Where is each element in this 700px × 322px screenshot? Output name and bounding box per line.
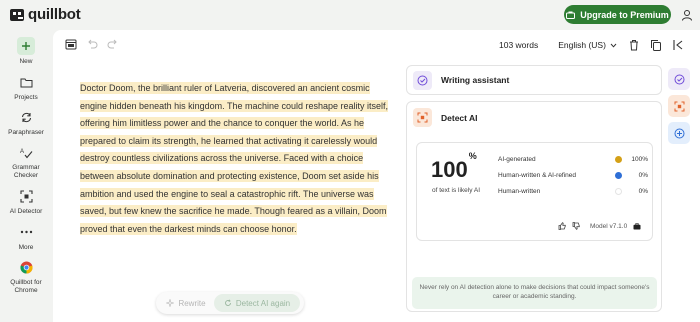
- save-icon[interactable]: [65, 38, 77, 50]
- logo-text: quillbot: [28, 6, 81, 23]
- sidebar-item-ai-detector[interactable]: AI Detector: [0, 187, 52, 216]
- rail-detect-ai-button[interactable]: [668, 95, 690, 117]
- sidebar-item-grammar-checker[interactable]: A Grammar Checker: [0, 143, 52, 180]
- detect-again-label: Detect AI again: [235, 298, 291, 308]
- rail-writing-assistant-button[interactable]: [668, 68, 690, 90]
- editor-text: Doctor Doom, the brilliant ruler of Latv…: [80, 82, 389, 235]
- sidebar-item-new[interactable]: New: [0, 37, 52, 66]
- detect-again-button[interactable]: Detect AI again: [214, 294, 300, 312]
- sidebar: New Projects Paraphraser A Grammar Check…: [0, 30, 52, 322]
- detection-result: 100% of text is likely AI AI-generated 1…: [416, 142, 653, 241]
- ai-detector-icon: [17, 187, 35, 205]
- chevron-down-icon: [610, 43, 617, 48]
- sidebar-item-chrome[interactable]: Quillbot for Chrome: [0, 258, 52, 295]
- bottom-action-bar: Rewrite Detect AI again: [156, 292, 304, 314]
- thumbs-up-icon[interactable]: [558, 222, 566, 230]
- sidebar-item-paraphraser[interactable]: Paraphraser: [0, 108, 52, 137]
- briefcase-icon: [566, 11, 576, 19]
- user-icon[interactable]: [681, 9, 693, 21]
- more-icon: [17, 223, 35, 241]
- model-version: Model v7.1.0: [590, 222, 628, 230]
- thumbs-down-icon[interactable]: [572, 222, 580, 230]
- add-circle-icon: [674, 128, 684, 138]
- collapse-panel-icon[interactable]: [672, 39, 684, 51]
- quillbot-logo[interactable]: quillbot: [9, 6, 81, 23]
- breakdown-label: Human-written: [498, 188, 541, 195]
- breakdown-value: 0%: [638, 188, 648, 195]
- redo-icon[interactable]: [107, 38, 119, 50]
- breakdown-label: Human-written & AI-refined: [498, 172, 577, 179]
- undo-icon[interactable]: [86, 38, 98, 50]
- grammar-icon: A: [17, 143, 35, 161]
- feedback-row: Model v7.1.0: [558, 222, 641, 230]
- ai-score-value: 100: [431, 157, 468, 182]
- language-label: English (US): [558, 40, 606, 50]
- sparkle-icon: [166, 299, 175, 307]
- upgrade-button[interactable]: Upgrade to Premium: [564, 5, 671, 24]
- sidebar-item-more[interactable]: More: [0, 223, 52, 252]
- ai-score-unit: %: [468, 150, 477, 161]
- folder-icon: [17, 73, 35, 91]
- sidebar-label: Quillbot for Chrome: [10, 279, 42, 294]
- writing-assistant-title: Writing assistant: [441, 75, 510, 85]
- sidebar-label: Grammar Checker: [12, 164, 40, 179]
- human-written-dot: [615, 188, 622, 195]
- breakdown-value: 100%: [631, 156, 648, 163]
- refresh-icon: [224, 299, 231, 306]
- top-bar: quillbot Upgrade to Premium: [0, 0, 700, 30]
- editor-toolbar-right: 103 words English (US): [499, 37, 684, 53]
- upgrade-label: Upgrade to Premium: [580, 9, 669, 20]
- quillbot-logo-icon: [10, 8, 24, 21]
- rewrite-label: Rewrite: [178, 298, 206, 308]
- writing-assistant-icon: [674, 74, 684, 84]
- copy-icon[interactable]: [650, 39, 662, 51]
- disclaimer-note: Never rely on AI detection alone to make…: [412, 277, 657, 309]
- ai-detector-icon: [413, 108, 432, 127]
- plus-icon: [17, 37, 35, 55]
- language-select[interactable]: English (US): [558, 40, 617, 50]
- breakdown-label: AI-generated: [498, 156, 536, 163]
- editor-text-area[interactable]: Doctor Doom, the brilliant ruler of Latv…: [80, 80, 390, 238]
- word-count: 103 words: [499, 40, 539, 50]
- detect-ai-title: Detect AI: [441, 112, 478, 123]
- breakdown-row-ai-generated: AI-generated 100%: [498, 156, 648, 172]
- writing-assistant-card[interactable]: Writing assistant: [406, 65, 662, 95]
- sidebar-label: AI Detector: [9, 208, 43, 215]
- rail-add-button[interactable]: [668, 122, 690, 144]
- detect-ai-card: Detect AI 100% of text is likely AI AI-g…: [406, 101, 662, 312]
- sidebar-label: Paraphraser: [8, 129, 44, 136]
- breakdown-value: 0%: [638, 172, 648, 179]
- main-panel: 103 words English (US) Doctor Doom, the …: [53, 30, 700, 322]
- sidebar-item-projects[interactable]: Projects: [0, 73, 52, 102]
- ai-score-caption: of text is likely AI: [432, 187, 481, 194]
- sidebar-label: More: [18, 244, 34, 251]
- trash-icon[interactable]: [628, 39, 640, 51]
- sidebar-label: New: [19, 58, 33, 65]
- paraphraser-icon: [17, 108, 35, 126]
- svg-text:A: A: [20, 149, 24, 155]
- ai-refined-dot: [615, 172, 622, 179]
- ai-score: 100%: [431, 151, 477, 183]
- rewrite-button[interactable]: Rewrite: [158, 294, 214, 312]
- writing-assistant-icon: [413, 70, 432, 90]
- chrome-icon: [17, 258, 35, 276]
- ai-generated-dot: [615, 156, 622, 163]
- ai-detector-icon: [674, 101, 684, 111]
- breakdown-row-ai-refined: Human-written & AI-refined 0%: [498, 172, 648, 188]
- briefcase-icon: [633, 222, 641, 229]
- breakdown-row-human-written: Human-written 0%: [498, 188, 648, 204]
- sidebar-label: Projects: [14, 94, 38, 101]
- detect-ai-header: Detect AI: [407, 108, 478, 127]
- breakdown-list: AI-generated 100% Human-written & AI-ref…: [498, 156, 648, 204]
- editor-toolbar: [65, 38, 119, 50]
